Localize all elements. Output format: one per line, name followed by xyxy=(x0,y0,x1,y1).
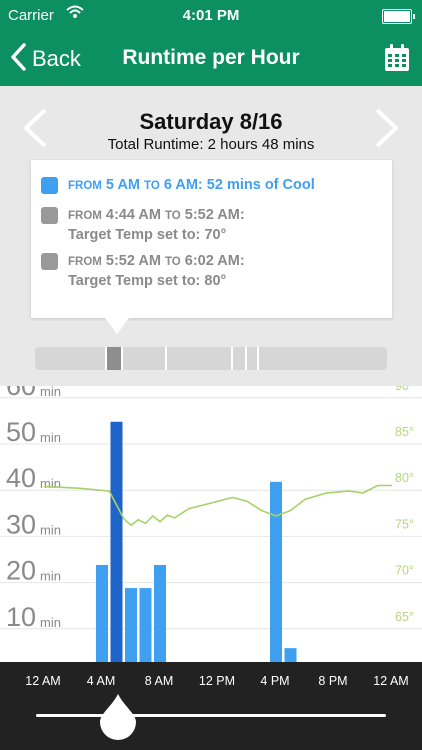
runtime-bar xyxy=(154,564,166,662)
temp-legend-square xyxy=(41,253,58,270)
temp-tick-label: 85° xyxy=(395,425,414,439)
y-tick-label: 10 xyxy=(6,602,36,632)
event-timeline[interactable] xyxy=(35,347,387,370)
timeline-divider xyxy=(231,347,233,370)
temp-tick-label: 70° xyxy=(395,564,414,578)
status-bar: Carrier 4:01 PM xyxy=(0,0,422,32)
temp-tick-label: 75° xyxy=(395,517,414,531)
y-tick-unit: min xyxy=(40,522,61,537)
calendar-icon xyxy=(384,44,410,76)
runtime-bar xyxy=(270,481,282,662)
runtime-bar xyxy=(284,648,297,662)
y-tick-label: 40 xyxy=(6,463,36,493)
time-axis-bar: 12 AM 4 AM 8 AM 12 PM 4 PM 8 PM 12 AM xyxy=(0,662,422,750)
y-tick-label: 20 xyxy=(6,556,36,586)
day-title: Saturday 8/16 xyxy=(139,109,283,134)
x-tick-label: 12 AM xyxy=(25,674,61,688)
battery-icon xyxy=(382,9,415,24)
runtime-bar-selected xyxy=(110,421,123,662)
runtime-bar xyxy=(96,564,108,662)
total-runtime: Total Runtime: 2 hours 48 mins xyxy=(107,136,315,153)
runtime-chart-svg: 60 min 50 min 40 min 30 min 20 min 10 min 90° 85° 80° 7… xyxy=(0,371,422,662)
runtime-bar xyxy=(125,588,137,662)
page-title: Runtime per Hour xyxy=(122,46,300,69)
y-tick-unit: min xyxy=(40,386,61,399)
target-temp-entry: FROM 4:44 AM TO 5:52 AM: Target Temp set… xyxy=(41,206,384,245)
runtime-chart: 60 min 50 min 40 min 30 min 20 min 10 min 90° 85° 80° 7… xyxy=(0,371,422,662)
y-tick-unit: min xyxy=(40,476,61,491)
time-slider-track[interactable] xyxy=(36,714,386,717)
x-tick-label: 4 AM xyxy=(86,674,116,688)
temp-tick-label: 90° xyxy=(395,386,414,393)
time-slider-knob[interactable] xyxy=(98,692,138,745)
chevron-right-icon xyxy=(374,108,400,152)
x-tick-label: 4 PM xyxy=(260,674,290,688)
cool-legend-square xyxy=(41,177,58,194)
x-tick-label: 8 AM xyxy=(144,674,174,688)
y-tick-unit: min xyxy=(40,615,61,630)
timeline-selected-segment[interactable] xyxy=(105,347,123,370)
runtime-bar xyxy=(139,588,152,662)
navigation-bar: Back Runtime per Hour xyxy=(0,32,422,86)
y-tick-unit: min xyxy=(40,430,61,445)
target-temp-entry: FROM 5:52 AM TO 6:02 AM: Target Temp set… xyxy=(41,252,384,291)
y-tick-label: 60 xyxy=(6,386,36,401)
temp-legend-square xyxy=(41,207,58,224)
timeline-divider xyxy=(165,347,167,370)
temp-tick-label: 65° xyxy=(395,610,414,624)
detail-popover: FROM 5 AM TO 6 AM: 52 mins of Cool FROM … xyxy=(31,160,392,334)
y-tick-label: 30 xyxy=(6,509,36,539)
y-tick-label: 50 xyxy=(6,417,36,447)
cool-runtime-entry: FROM 5 AM TO 6 AM: 52 mins of Cool xyxy=(41,176,384,196)
timeline-divider xyxy=(245,347,247,370)
temperature-line xyxy=(43,484,392,527)
status-time: 4:01 PM xyxy=(182,7,240,24)
x-tick-label: 12 PM xyxy=(198,674,236,688)
timeline-divider xyxy=(257,347,259,370)
calendar-button[interactable] xyxy=(384,44,410,77)
temp-tick-label: 80° xyxy=(395,471,414,485)
next-day-button[interactable] xyxy=(374,108,400,153)
x-tick-label: 12 AM xyxy=(373,674,409,688)
x-tick-label: 8 PM xyxy=(318,674,348,688)
y-tick-unit: min xyxy=(40,569,61,584)
